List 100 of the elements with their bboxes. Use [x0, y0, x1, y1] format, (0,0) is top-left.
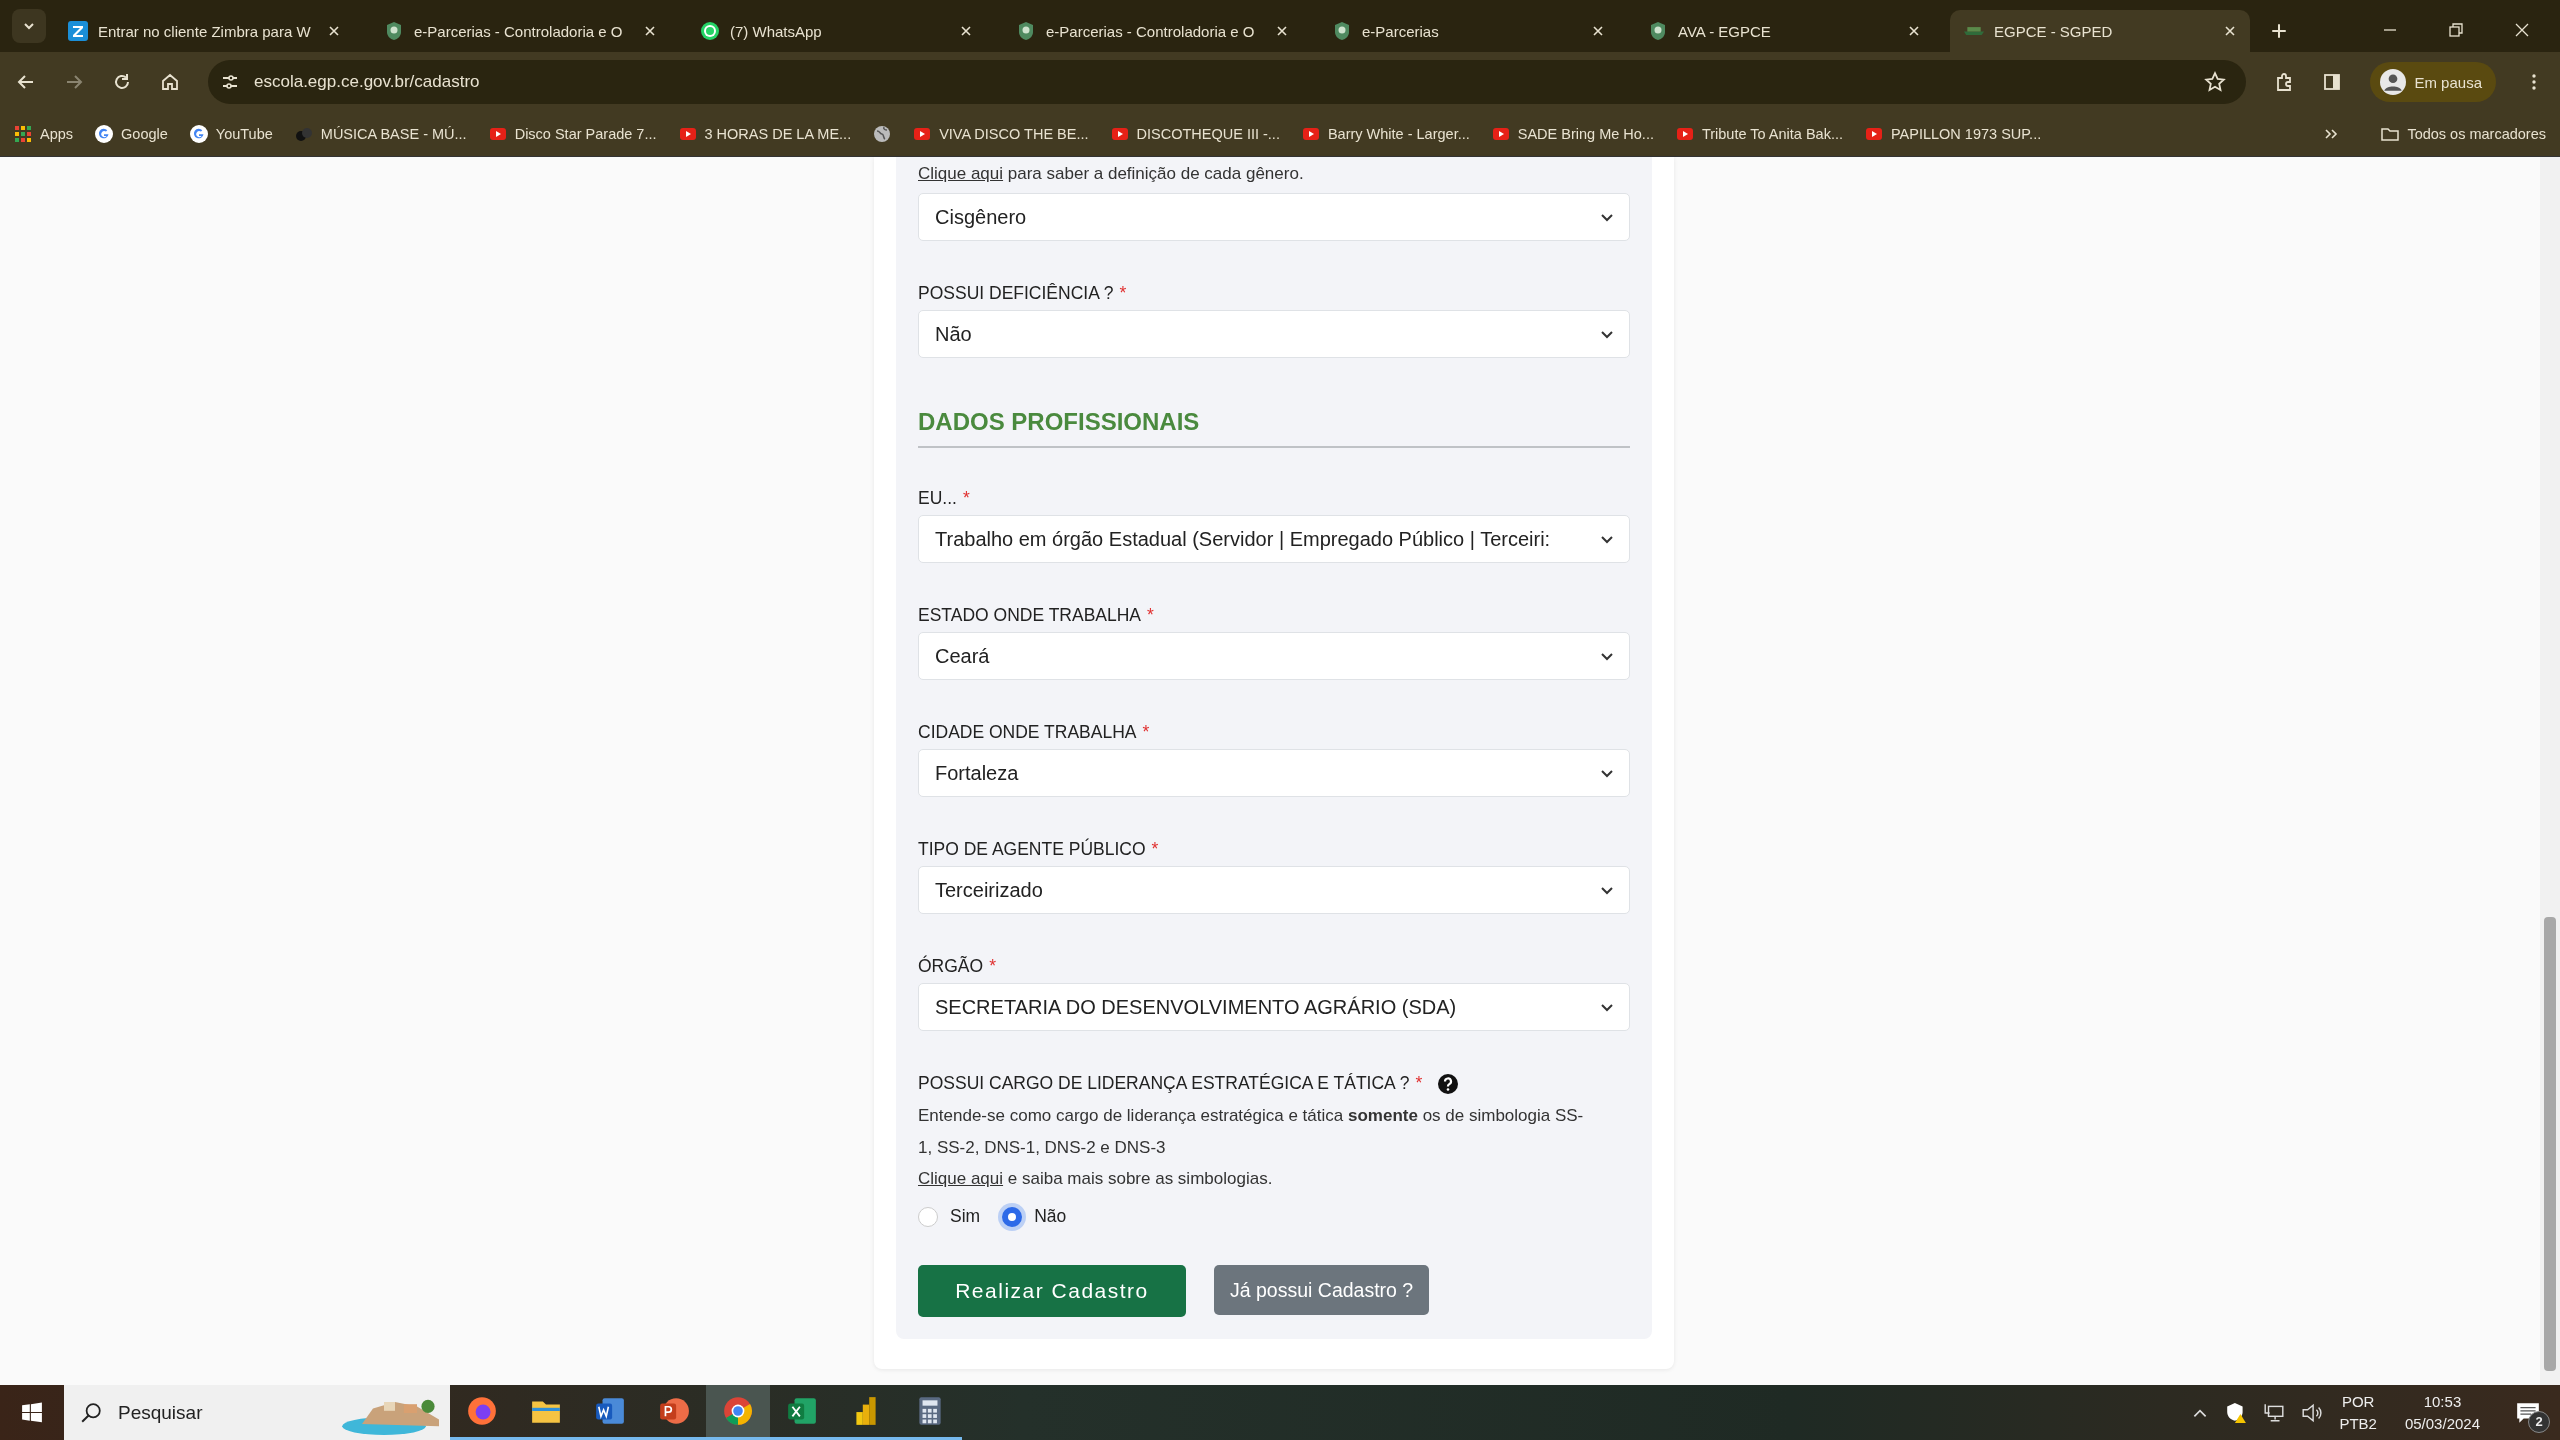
bookmark[interactable]: Google	[95, 125, 168, 143]
link[interactable]: Clique aqui	[918, 164, 1004, 183]
bookmark-label: Tribute To Anita Bak...	[1701, 126, 1843, 142]
tab-search-button[interactable]	[12, 9, 46, 43]
bookmark-label: VIVA DISCO THE BE...	[939, 126, 1089, 142]
hint-text: Clique aqui para saber a definição de cada gênero.	[918, 163, 1305, 185]
browser-tab[interactable]: e-Parcerias	[1318, 10, 1618, 52]
bookmark-label: Apps	[40, 126, 74, 142]
close-icon[interactable]	[2224, 25, 2236, 37]
folder-icon	[2381, 125, 2400, 143]
dropdown[interactable]: Não	[918, 310, 1630, 358]
notification-count: 2	[2528, 1410, 2550, 1433]
bookmark[interactable]: Barry White - Larger...	[1301, 125, 1470, 143]
bookmark[interactable]: VIVA DISCO THE BE...	[913, 125, 1089, 143]
seal-icon	[1332, 21, 1352, 41]
address-bar[interactable]: escola.egp.ce.gov.br/cadastro	[208, 60, 2247, 104]
play-icon	[1110, 125, 1129, 143]
bookmark[interactable]: PAPILLON 1973 SUP...	[1865, 125, 2042, 143]
dropdown[interactable]: Cisgênero	[918, 193, 1630, 241]
shield-warning-icon[interactable]	[2225, 1401, 2248, 1424]
play-icon	[913, 125, 932, 143]
site-settings-icon[interactable]	[220, 72, 240, 92]
language-indicator[interactable]: POR PTB2	[2339, 1390, 2377, 1435]
search-field[interactable]: Pesquisar	[64, 1385, 450, 1440]
required-asterisk: *	[989, 956, 996, 977]
browser-tab[interactable]: AVA - EGPCE	[1634, 10, 1934, 52]
close-icon[interactable]	[644, 25, 656, 37]
home-icon[interactable]	[160, 72, 180, 92]
radio-button[interactable]	[1002, 1206, 1023, 1227]
play-icon	[488, 125, 507, 143]
required-asterisk: *	[1147, 605, 1154, 626]
bookmark[interactable]: Apps	[14, 125, 74, 143]
field-label: EU...	[918, 488, 957, 509]
profile-button[interactable]: Em pausa	[2370, 62, 2496, 102]
tab-title: (7) WhatsApp	[730, 22, 823, 40]
dropdown[interactable]: Ceará	[918, 632, 1630, 680]
browser-tab[interactable]: EGPCE - SGPED	[1950, 10, 2250, 52]
help-icon[interactable]	[1438, 1073, 1459, 1094]
bookmark-label: SADE Bring Me Ho...	[1517, 126, 1654, 142]
scrollbar[interactable]	[2540, 157, 2560, 1385]
speaker-icon[interactable]	[2301, 1401, 2324, 1424]
play-icon	[678, 125, 697, 143]
google-icon	[189, 125, 208, 143]
dropdown[interactable]: Trabalho em órgão Estadual (Servidor | Empregado Público | Terceiri:	[918, 515, 1630, 563]
play-icon	[1675, 125, 1694, 143]
login-button[interactable]: Já possui Cadastro ?	[1214, 1265, 1430, 1315]
all-bookmarks-button[interactable]: Todos os marcadores	[2381, 125, 2546, 143]
radio-label: Não	[1034, 1206, 1067, 1227]
field-label: TIPO DE AGENTE PÚBLICO	[918, 839, 1146, 860]
bookmark[interactable]: Disco Star Parade 7...	[488, 125, 657, 143]
bookmark-label: Disco Star Parade 7...	[514, 126, 657, 142]
required-asterisk: *	[1415, 1073, 1423, 1094]
close-icon[interactable]	[328, 25, 340, 37]
browser-tab[interactable]: Entrar no cliente Zimbra para W	[54, 10, 354, 52]
bookmark[interactable]: Tribute To Anita Bak...	[1675, 125, 1843, 143]
bookmark[interactable]: 3 HORAS DE LA ME...	[678, 125, 852, 143]
spreadsheet-x-icon	[786, 1395, 818, 1427]
restore-icon[interactable]	[2448, 22, 2464, 38]
close-icon[interactable]	[1592, 25, 1604, 37]
seal-icon	[384, 21, 404, 41]
notifications-button[interactable]: 2	[2508, 1392, 2548, 1433]
field-label: POSSUI CARGO DE LIDERANÇA ESTRATÉGICA E TÁTICA ?	[918, 1073, 1410, 1094]
bookmark-label: PAPILLON 1973 SUP...	[1891, 126, 2042, 142]
link[interactable]: Clique aqui	[918, 1169, 1004, 1188]
seal-icon	[1016, 21, 1036, 41]
section-heading: DADOS PROFISSIONAIS	[918, 408, 1201, 436]
dropdown[interactable]: SECRETARIA DO DESENVOLVIMENTO AGRÁRIO (SDA)	[918, 983, 1630, 1031]
dropdown[interactable]: Terceirizado	[918, 866, 1630, 914]
globe-icon	[873, 125, 892, 143]
close-icon[interactable]	[960, 25, 972, 37]
browser-tab[interactable]: e-Parcerias - Controladoria e O	[1002, 10, 1302, 52]
reload-icon[interactable]	[112, 72, 132, 92]
windows-logo-icon	[21, 1401, 43, 1424]
close-icon[interactable]	[1908, 25, 1920, 37]
dropdown[interactable]: Fortaleza	[918, 749, 1630, 797]
close-icon[interactable]	[1276, 25, 1288, 37]
required-asterisk: *	[1119, 283, 1127, 304]
browser-tab[interactable]: (7) WhatsApp	[686, 10, 986, 52]
bookmark-label: MÚSICA BASE - MÚ...	[320, 126, 467, 142]
z-logo-icon	[68, 21, 88, 41]
new-tab-icon[interactable]	[2270, 22, 2288, 40]
bookmark[interactable]: SADE Bring Me Ho...	[1491, 125, 1654, 143]
field-label: CIDADE ONDE TRABALHA	[918, 722, 1137, 743]
submit-button[interactable]: Realizar Cadastro	[918, 1265, 1186, 1317]
bookmark-star-icon[interactable]	[2204, 71, 2227, 93]
network-icon[interactable]	[2263, 1401, 2286, 1424]
radio-label: Sim	[950, 1206, 981, 1227]
document-w-icon	[594, 1395, 626, 1427]
bookmark[interactable]	[873, 125, 892, 143]
bookmark[interactable]: DISCOTHEQUE III -...	[1110, 125, 1280, 143]
bookmark[interactable]: YouTube	[189, 125, 273, 143]
close-icon[interactable]	[2514, 22, 2530, 38]
seal-icon	[1648, 21, 1668, 41]
tab-title: e-Parcerias	[1362, 22, 1440, 40]
required-asterisk: *	[1151, 839, 1159, 860]
apps-grid-icon	[14, 125, 32, 143]
clock[interactable]: 10:53 05/03/2024	[2404, 1390, 2480, 1435]
side-panel-icon[interactable]	[2322, 72, 2343, 92]
bookmark[interactable]: MÚSICA BASE - MÚ...	[294, 125, 467, 143]
browser-tab[interactable]: e-Parcerias - Controladoria e O	[370, 10, 670, 52]
